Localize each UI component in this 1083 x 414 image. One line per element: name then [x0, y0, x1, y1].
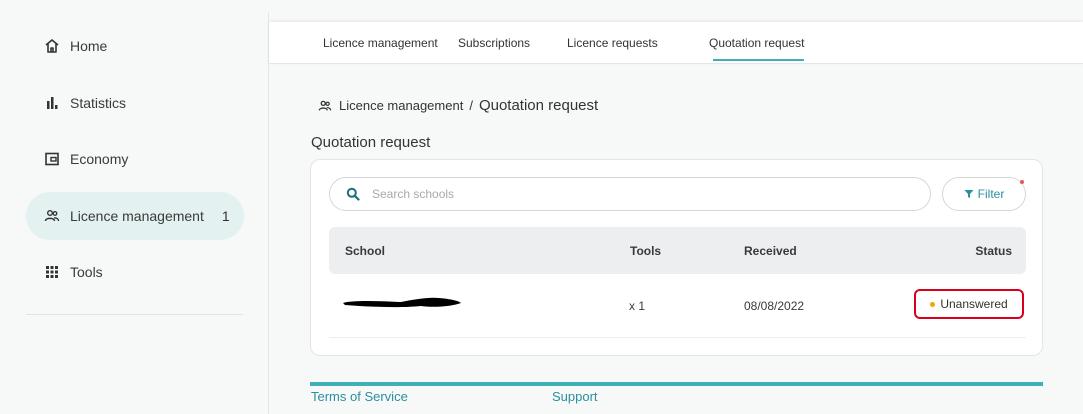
page-title: Quotation request	[311, 134, 431, 151]
table-row[interactable]: x 1 08/08/2022 Unanswered	[329, 274, 1026, 338]
filter-label: Filter	[977, 187, 1005, 201]
footer-divider	[310, 382, 1043, 386]
breadcrumb-parent-link[interactable]: Licence management	[339, 98, 463, 113]
users-icon	[44, 208, 60, 224]
filter-button[interactable]: Filter	[942, 177, 1026, 211]
sidebar-item-economy[interactable]: Economy	[26, 135, 244, 183]
tab-quotation-request[interactable]: Quotation request	[709, 36, 805, 61]
sidebar-divider	[26, 314, 243, 315]
sidebar-item-label: Licence management	[70, 208, 204, 224]
tab-bar: Licence management Subscriptions Licence…	[269, 22, 1083, 64]
sidebar-item-label: Statistics	[70, 95, 127, 111]
tab-subscriptions[interactable]: Subscriptions	[458, 36, 530, 50]
sidebar-item-label: Economy	[70, 151, 129, 167]
grid-icon	[44, 264, 60, 280]
sidebar-item-label: Home	[70, 38, 108, 54]
redacted-school-name	[341, 296, 463, 310]
search-box[interactable]	[329, 177, 931, 211]
notification-count: 1	[221, 208, 230, 224]
search-input[interactable]	[372, 187, 912, 201]
tab-licence-management[interactable]: Licence management	[323, 36, 438, 50]
quotation-card: Filter School Tools Received Status x 1 …	[310, 159, 1043, 356]
wallet-icon	[44, 151, 60, 167]
sidebar-item-tools[interactable]: Tools	[26, 248, 244, 296]
breadcrumb-separator: /	[469, 98, 473, 113]
bar-chart-icon	[44, 95, 60, 111]
terms-of-service-link[interactable]: Terms of Service	[311, 389, 408, 404]
breadcrumb-current: Quotation request	[478, 97, 599, 114]
users-icon	[318, 99, 332, 113]
sidebar-item-label: Tools	[70, 264, 103, 280]
status-label: Unanswered	[940, 297, 1008, 311]
sidebar-item-home[interactable]: Home	[26, 22, 244, 70]
support-link[interactable]: Support	[552, 389, 598, 404]
sidebar-border	[268, 12, 269, 414]
home-icon	[44, 38, 60, 54]
cell-tools: x 1	[629, 299, 646, 313]
status-badge: Unanswered	[914, 289, 1024, 319]
sidebar-item-licence-management[interactable]: Licence management 1	[26, 192, 244, 240]
cell-received: 08/08/2022	[744, 299, 805, 313]
tab-licence-requests[interactable]: Licence requests	[567, 36, 658, 50]
status-dot	[930, 301, 936, 307]
breadcrumb: Licence management / Quotation request	[318, 97, 598, 114]
column-header-tools[interactable]: Tools	[630, 244, 661, 258]
filter-active-indicator	[1020, 180, 1024, 184]
column-header-status[interactable]: Status	[975, 244, 1012, 258]
column-header-received[interactable]: Received	[744, 244, 797, 258]
search-icon	[346, 187, 360, 201]
filter-icon	[964, 189, 974, 199]
sidebar-item-statistics[interactable]: Statistics	[26, 79, 244, 127]
table-header: School Tools Received Status	[329, 227, 1026, 274]
sidebar: Home Statistics Economy Licence manageme…	[0, 0, 268, 414]
column-header-school[interactable]: School	[345, 244, 385, 258]
